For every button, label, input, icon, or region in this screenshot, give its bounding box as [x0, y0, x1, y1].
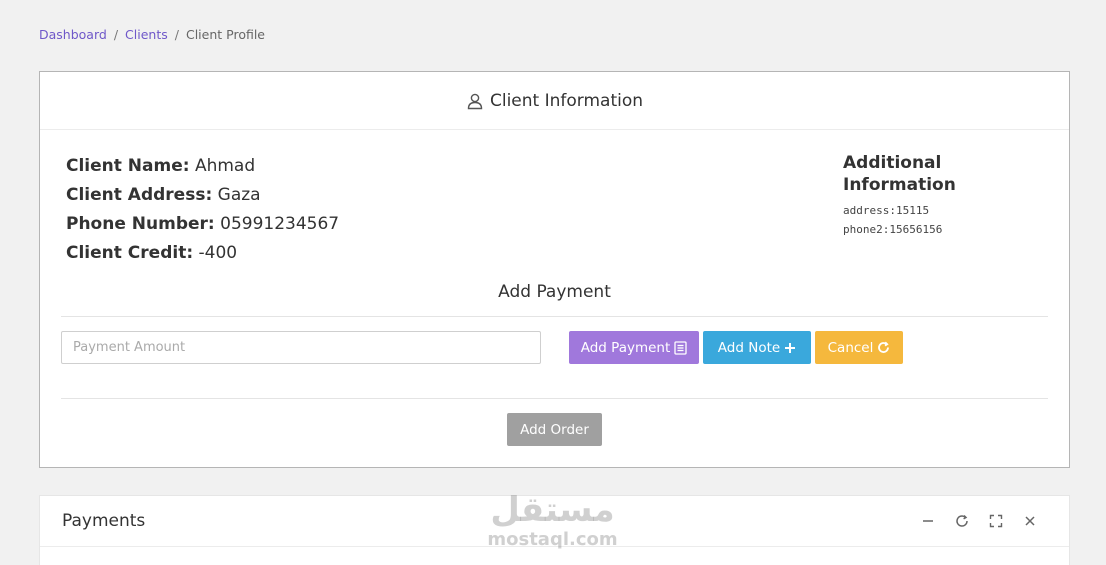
- add-payment-button[interactable]: Add Payment: [569, 331, 699, 364]
- phone-number-row: Phone Number: 05991234567: [66, 210, 339, 239]
- refresh-icon: [877, 341, 890, 354]
- minimize-icon[interactable]: [919, 512, 937, 530]
- client-credit-label: Client Credit:: [66, 243, 194, 263]
- cancel-label: Cancel: [827, 339, 874, 356]
- breadcrumb: Dashboard / Clients / Client Profile: [39, 27, 265, 42]
- breadcrumb-clients-link[interactable]: Clients: [125, 27, 168, 42]
- breadcrumb-separator: /: [113, 27, 119, 42]
- divider: [61, 316, 1048, 317]
- additional-line-phone2: phone2:15656156: [843, 223, 943, 236]
- close-icon[interactable]: [1021, 512, 1039, 530]
- phone-number-value: 05991234567: [220, 214, 340, 234]
- cancel-button[interactable]: Cancel: [815, 331, 903, 364]
- payment-amount-input[interactable]: [61, 331, 541, 364]
- plus-icon: [784, 342, 796, 354]
- client-information-card: Client Information Client Name: Ahmad Cl…: [39, 71, 1070, 468]
- divider: [61, 398, 1048, 399]
- add-order-button[interactable]: Add Order: [507, 413, 602, 446]
- breadcrumb-current: Client Profile: [185, 27, 265, 42]
- fullscreen-icon[interactable]: [987, 512, 1005, 530]
- add-order-label: Add Order: [520, 421, 589, 438]
- client-address-label: Client Address:: [66, 185, 213, 205]
- additional-information-title: Additional Information: [843, 153, 956, 195]
- refresh-icon[interactable]: [953, 512, 971, 530]
- add-note-button[interactable]: Add Note: [703, 331, 811, 364]
- add-payment-title: Add Payment: [498, 282, 611, 302]
- add-note-label: Add Note: [717, 339, 781, 356]
- phone-number-label: Phone Number:: [66, 214, 215, 234]
- card-title: Client Information: [489, 90, 644, 111]
- payments-card: Payments: [39, 495, 1070, 565]
- client-details: Client Name: Ahmad Client Address: Gaza …: [66, 152, 339, 268]
- client-address-value: Gaza: [217, 185, 261, 205]
- client-name-label: Client Name:: [66, 156, 190, 176]
- payments-title: Payments: [62, 511, 146, 531]
- client-credit-row: Client Credit: -400: [66, 239, 339, 268]
- client-name-value: Ahmad: [194, 156, 256, 176]
- add-payment-label: Add Payment: [580, 339, 671, 356]
- client-credit-value: -400: [198, 243, 238, 263]
- card-header: Client Information: [40, 72, 1069, 130]
- additional-information: Additional Information address:15115 pho…: [843, 152, 1043, 239]
- client-address-row: Client Address: Gaza: [66, 181, 339, 210]
- user-icon: [467, 93, 483, 109]
- client-name-row: Client Name: Ahmad: [66, 152, 339, 181]
- additional-line-address: address:15115: [843, 204, 930, 217]
- breadcrumb-dashboard-link[interactable]: Dashboard: [39, 27, 107, 42]
- card-tools: [919, 512, 1039, 530]
- breadcrumb-separator: /: [174, 27, 179, 42]
- document-icon: [674, 340, 687, 355]
- payments-card-header: Payments: [40, 496, 1069, 547]
